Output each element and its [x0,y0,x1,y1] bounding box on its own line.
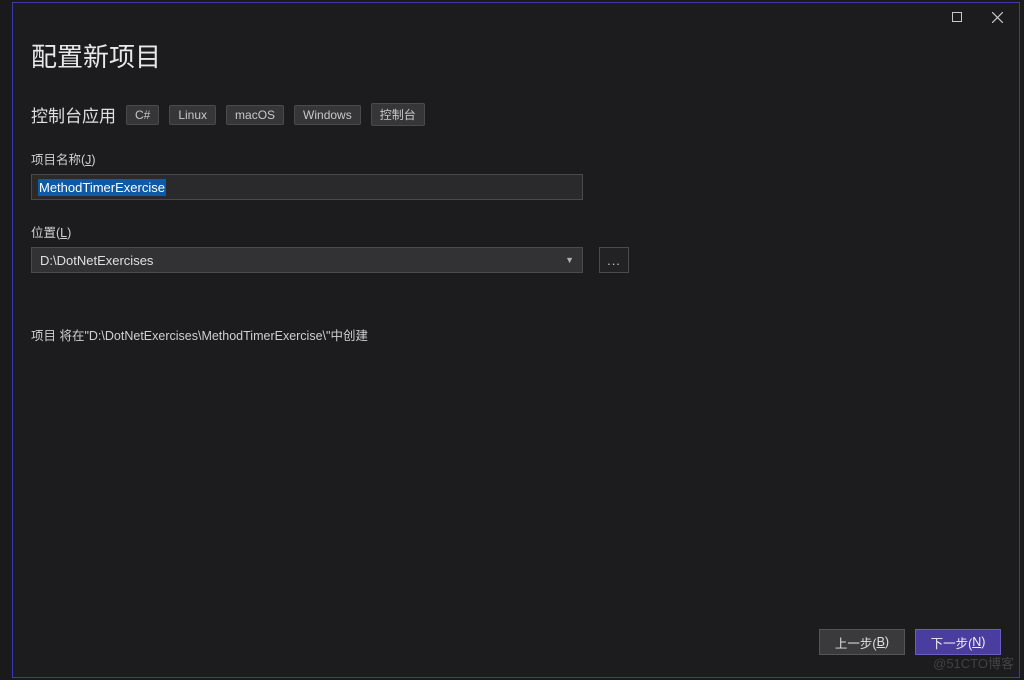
tag-windows: Windows [294,105,361,125]
project-name-label: 项目名称(J) [31,149,1001,168]
square-icon [952,12,962,22]
subtitle-row: 控制台应用 C# Linux macOS Windows 控制台 [31,102,1001,127]
configure-project-dialog: 配置新项目 控制台应用 C# Linux macOS Windows 控制台 项… [12,2,1020,678]
tag-linux: Linux [169,105,216,125]
tag-console: 控制台 [371,103,425,126]
location-label: 位置(L) [31,222,1001,241]
browse-button[interactable]: ... [599,247,629,273]
back-button[interactable]: 上一步(B) [819,629,905,655]
dialog-content: 配置新项目 控制台应用 C# Linux macOS Windows 控制台 项… [13,31,1019,617]
location-select[interactable]: D:\DotNetExercises ▼ [31,247,583,273]
next-button[interactable]: 下一步(N) [915,629,1001,655]
chevron-down-icon: ▼ [565,255,574,265]
titlebar [13,3,1019,31]
project-name-group: 项目名称(J) MethodTimerExercise [31,149,1001,200]
creation-path-info: 项目 将在"D:\DotNetExercises\MethodTimerExer… [31,325,1001,344]
close-icon [992,12,1003,23]
project-name-value: MethodTimerExercise [38,179,166,196]
page-title: 配置新项目 [31,37,1001,74]
maximize-button[interactable] [937,3,977,31]
project-name-input[interactable]: MethodTimerExercise [31,174,583,200]
project-type-label: 控制台应用 [31,102,116,127]
tag-macos: macOS [226,105,284,125]
close-button[interactable] [977,3,1017,31]
dialog-footer: 上一步(B) 下一步(N) [13,617,1019,677]
tag-csharp: C# [126,105,159,125]
location-row: D:\DotNetExercises ▼ ... [31,247,1001,273]
location-value: D:\DotNetExercises [40,253,153,268]
location-group: 位置(L) D:\DotNetExercises ▼ ... [31,222,1001,273]
